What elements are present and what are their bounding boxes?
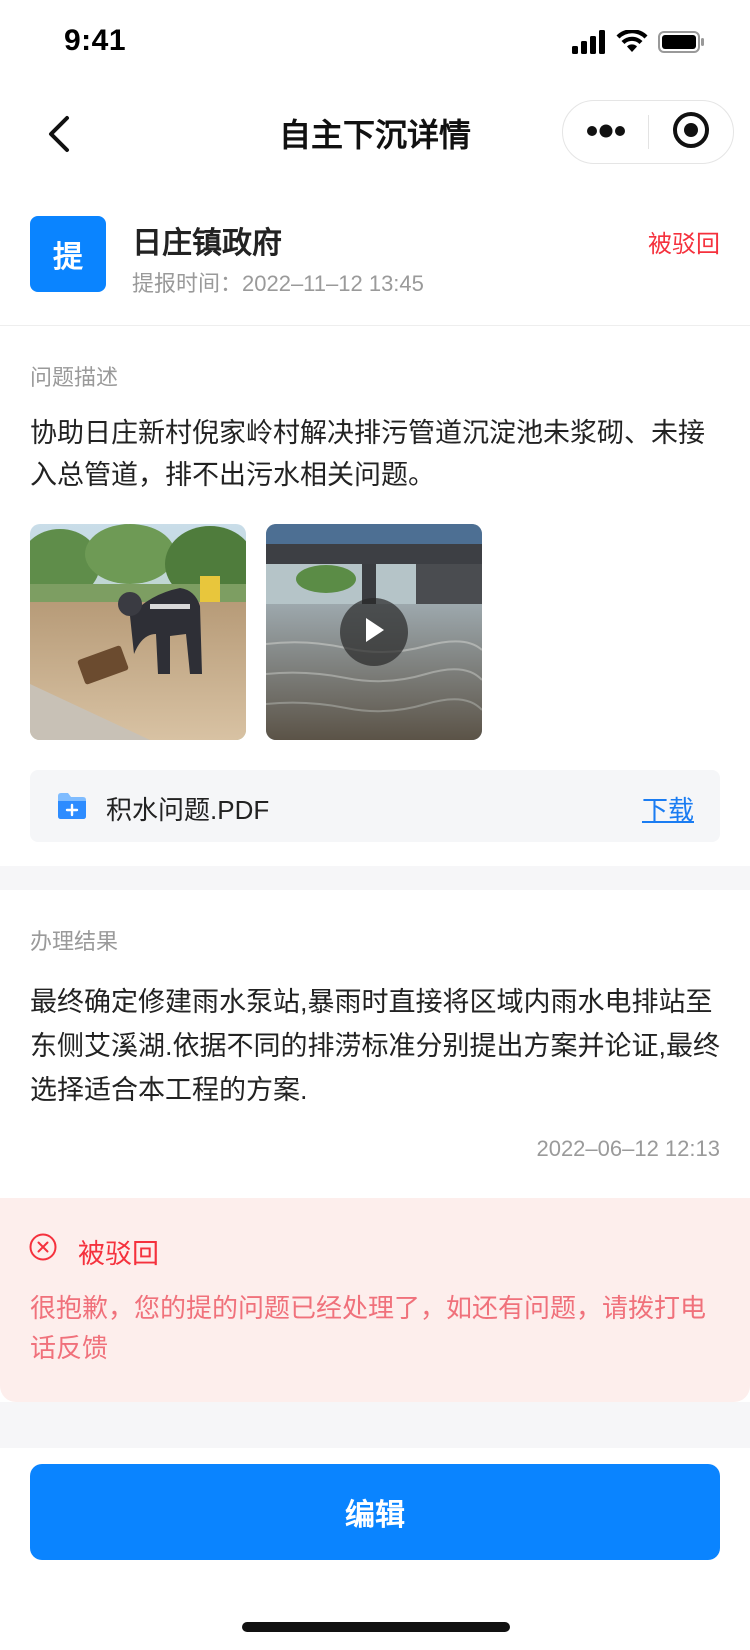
play-icon [362,616,386,648]
result-time: 2022–06–12 12:13 [536,1136,720,1161]
rejection-title: 被驳回 [78,1239,159,1269]
edit-button[interactable]: 编辑 [30,1464,720,1560]
mini-program-capsule [562,100,734,164]
wifi-icon [616,29,648,58]
attachment-name: 积水问题.PDF [106,795,270,825]
target-circle-icon [671,110,711,154]
description-text: 协助日庄新村倪家岭村解决排污管道沉淀池未浆砌、未接入总管道，排不出污水相关问题。 [30,418,705,490]
download-link[interactable]: 下载 [642,790,694,827]
more-dots-icon [586,123,626,142]
home-indicator [242,1622,510,1632]
status-badge: 被驳回 [648,231,720,258]
submitter-header: 提 日庄镇政府 提报时间：2022–11–12 13:45 被驳回 [0,190,750,326]
video-thumbnail[interactable] [266,524,482,740]
bottom-spacer [0,1402,750,1448]
result-label: 办理结果 [30,929,119,954]
section-divider [0,866,750,890]
folder-file-icon [56,790,88,826]
org-name: 日庄镇政府 [132,227,282,260]
cellular-signal-icon [572,30,606,58]
status-time: 9:41 [64,24,127,57]
detail-page: 9:41 自主下沉详情 提 日庄镇政府 提报时间：2022–11–12 13:4… [0,0,750,1650]
video-play-button[interactable] [340,598,408,666]
attachment-row[interactable]: 积水问题.PDF 下载 [30,770,720,842]
photo-thumbnail[interactable] [30,524,246,740]
photo-worker-in-flood [30,524,246,740]
submit-time: 提报时间：2022–11–12 13:45 [132,271,424,296]
video-flooded-underpass [266,524,482,740]
rejection-notice: 被驳回 很抱歉，您的提的问题已经处理了，如还有问题，请拨打电话反馈 [0,1198,750,1402]
rejection-message: 很抱歉，您的提的问题已经处理了，如还有问题，请拨打电话反馈 [30,1293,707,1363]
more-button[interactable] [563,100,648,164]
avatar: 提 [30,216,106,292]
status-bar: 9:41 [0,0,750,88]
close-mini-program-button[interactable] [649,100,733,164]
description-label: 问题描述 [30,365,119,390]
status-icons [572,29,706,58]
nav-bar: 自主下沉详情 [0,88,750,188]
battery-icon [658,30,706,58]
result-text: 最终确定修建雨水泵站,暴雨时直接将区域内雨水电排站至东侧艾溪湖.依据不同的排涝标… [30,987,721,1105]
close-circle-icon [28,1232,58,1266]
